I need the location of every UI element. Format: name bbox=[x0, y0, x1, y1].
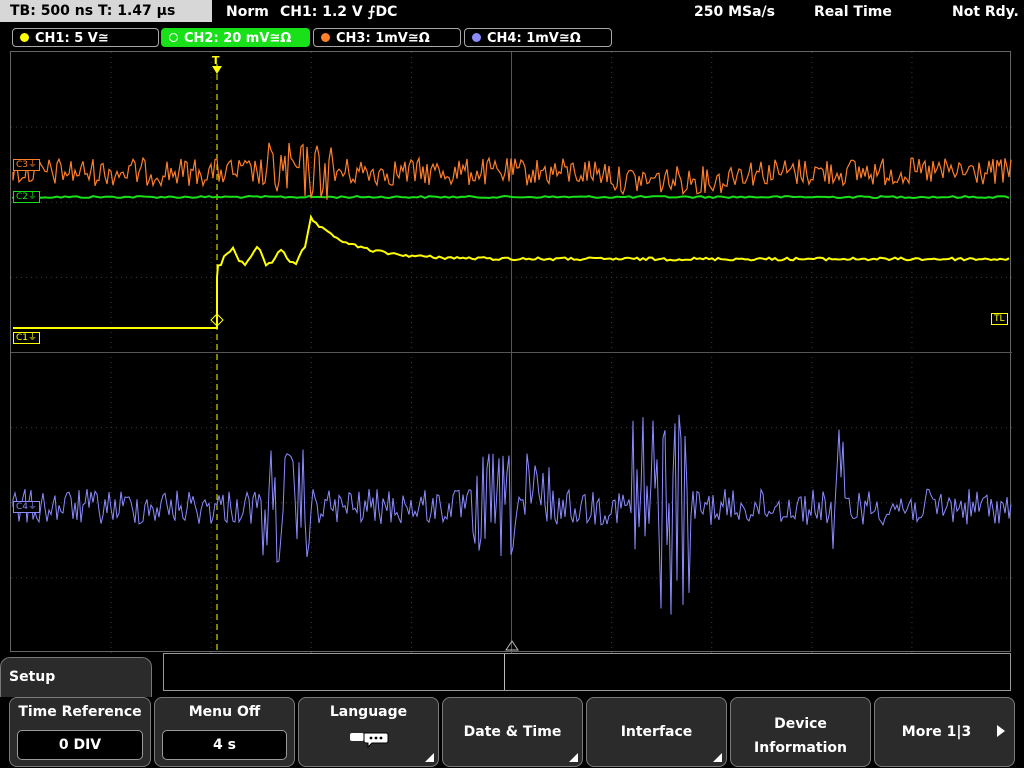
more-button[interactable]: More 1|3 bbox=[874, 697, 1015, 767]
menu-title-tab: Setup bbox=[0, 657, 152, 697]
channel-tab-ch3[interactable]: CH3: 1mV≅Ω bbox=[313, 28, 461, 47]
submenu-indicator-icon bbox=[713, 753, 722, 762]
ch2-color-icon bbox=[169, 33, 178, 42]
ch1-color-icon bbox=[20, 33, 29, 42]
time-reference-button[interactable]: Time Reference 0 DIV bbox=[9, 697, 151, 767]
ch1-ref-marker[interactable]: C1⏚ bbox=[13, 332, 41, 344]
trigger-mode[interactable]: Norm bbox=[226, 0, 269, 24]
ch2-waveform bbox=[12, 194, 1010, 200]
trigger-level-marker[interactable]: TL bbox=[991, 313, 1008, 325]
time-reference-label: Time Reference bbox=[18, 704, 142, 720]
menu-off-button[interactable]: Menu Off 4 s bbox=[154, 697, 295, 767]
ch4-ref-marker[interactable]: C4⏚ bbox=[13, 501, 41, 513]
trigger-arrow-icon bbox=[212, 66, 222, 74]
more-label: More 1|3 bbox=[901, 724, 972, 740]
ch2-ref-marker[interactable]: C2⏚ bbox=[13, 191, 41, 203]
speech-bubble-icon bbox=[350, 732, 389, 749]
trigger-readout[interactable]: CH1: 1.2 V ⨍DC bbox=[280, 0, 397, 24]
sample-rate: 250 MSa/s bbox=[694, 4, 776, 20]
channel-tab-label: CH1: 5 V≅ bbox=[35, 31, 109, 46]
channel-tab-ch2[interactable]: CH2: 20 mV≅Ω bbox=[161, 28, 310, 47]
menu-off-value: 4 s bbox=[162, 730, 287, 760]
device-info-line1: Device bbox=[774, 716, 827, 732]
language-button[interactable]: Language bbox=[298, 697, 439, 767]
interface-label: Interface bbox=[620, 724, 693, 740]
menu-title: Setup bbox=[9, 669, 56, 685]
waveform-canvas bbox=[11, 52, 1012, 653]
channel-tab-label: CH2: 20 mV≅Ω bbox=[184, 31, 292, 46]
language-label: Language bbox=[329, 704, 408, 720]
status-bar: TB: 500 ns T: 1.47 µs Norm CH1: 1.2 V ⨍D… bbox=[0, 0, 1024, 24]
trigger-position-marker[interactable]: T bbox=[212, 54, 220, 67]
strip-center-line bbox=[504, 654, 505, 690]
submenu-indicator-icon bbox=[425, 753, 434, 762]
date-time-label: Date & Time bbox=[463, 724, 562, 740]
menu-off-label: Menu Off bbox=[188, 704, 261, 720]
acquisition-mode: Real Time bbox=[814, 4, 892, 20]
submenu-indicator-icon bbox=[569, 753, 578, 762]
waveform-display[interactable]: C3⏚ C2⏚ C1⏚ C4⏚ TL T bbox=[10, 51, 1012, 653]
timebase-readout[interactable]: TB: 500 ns T: 1.47 µs bbox=[0, 0, 212, 22]
channel-tab-label: CH3: 1mV≅Ω bbox=[336, 31, 430, 46]
channel-tab-ch4[interactable]: CH4: 1mV≅Ω bbox=[464, 28, 612, 47]
channel-bar: CH1: 5 V≅ CH2: 20 mV≅Ω CH3: 1mV≅Ω CH4: 1… bbox=[0, 24, 1024, 50]
time-reference-value: 0 DIV bbox=[17, 730, 143, 760]
run-status: Not Rdy. bbox=[952, 4, 1019, 20]
zoom-overview-strip bbox=[163, 653, 1011, 691]
interface-button[interactable]: Interface bbox=[586, 697, 727, 767]
device-info-line2: Information bbox=[754, 740, 847, 756]
ch3-ref-marker[interactable]: C3⏚ bbox=[13, 159, 41, 171]
channel-tab-ch1[interactable]: CH1: 5 V≅ bbox=[12, 28, 159, 47]
date-time-button[interactable]: Date & Time bbox=[442, 697, 583, 767]
arrow-right-icon bbox=[997, 725, 1005, 737]
ch4-color-icon bbox=[472, 33, 481, 42]
softkey-bar: Time Reference 0 DIV Menu Off 4 s Langua… bbox=[0, 697, 1024, 768]
ch3-color-icon bbox=[321, 33, 330, 42]
channel-tab-label: CH4: 1mV≅Ω bbox=[487, 31, 581, 46]
device-information-label: Device Information bbox=[731, 712, 870, 760]
device-information-button[interactable]: Device Information bbox=[730, 697, 871, 767]
